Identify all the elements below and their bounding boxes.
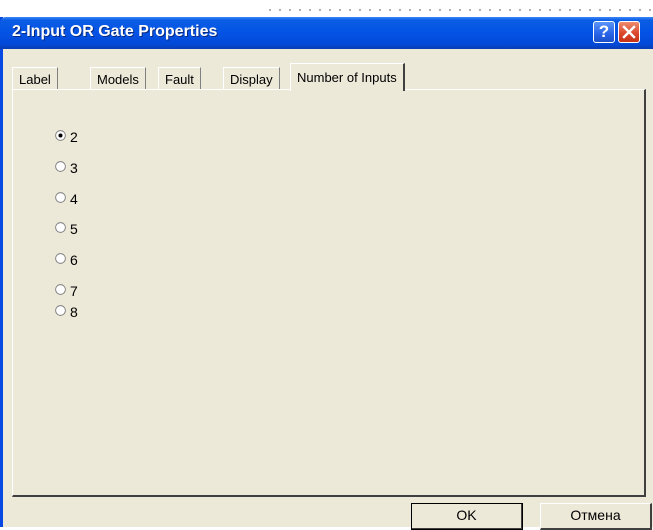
tab-label-text: Label xyxy=(19,72,51,87)
tab-display-text: Display xyxy=(230,72,273,87)
window-title: 2-Input OR Gate Properties xyxy=(12,23,218,40)
tab-panel: 2 3 4 5 6 7 8 xyxy=(12,89,646,497)
radio-selected-icon xyxy=(55,130,66,141)
tab-fault-text: Fault xyxy=(165,72,194,87)
radio-icon xyxy=(55,222,66,233)
radio-icon xyxy=(55,253,66,264)
tab-display[interactable]: Display xyxy=(223,67,280,89)
radio-label: 5 xyxy=(70,221,78,237)
radio-label: 8 xyxy=(70,304,78,320)
radio-icon xyxy=(55,192,66,203)
properties-dialog: 2-Input OR Gate Properties ? Label Model… xyxy=(0,17,653,530)
tab-models-text: Models xyxy=(97,72,139,87)
tab-number-of-inputs[interactable]: Number of Inputs xyxy=(290,63,405,91)
tab-fault[interactable]: Fault xyxy=(158,67,201,89)
ok-button-label: OK xyxy=(456,507,477,523)
background-pattern xyxy=(265,3,653,17)
help-button[interactable]: ? xyxy=(593,21,615,43)
cancel-button-label: Отмена xyxy=(570,507,621,523)
radio-icon xyxy=(55,284,66,295)
close-icon xyxy=(622,25,636,39)
tab-models[interactable]: Models xyxy=(90,67,146,89)
radio-label: 4 xyxy=(70,191,78,207)
cancel-button[interactable]: Отмена xyxy=(540,503,652,530)
tab-number-of-inputs-text: Number of Inputs xyxy=(297,70,397,85)
radio-icon xyxy=(55,305,66,316)
title-bar[interactable]: 2-Input OR Gate Properties ? xyxy=(0,17,653,49)
radio-icon xyxy=(55,161,66,172)
close-button[interactable] xyxy=(618,21,640,43)
radio-label: 6 xyxy=(70,252,78,268)
ok-button[interactable]: OK xyxy=(411,503,523,530)
radio-label: 2 xyxy=(70,129,78,145)
radio-label: 3 xyxy=(70,160,78,176)
tab-label[interactable]: Label xyxy=(12,67,58,89)
help-icon: ? xyxy=(598,22,610,41)
radio-label: 7 xyxy=(70,283,78,299)
